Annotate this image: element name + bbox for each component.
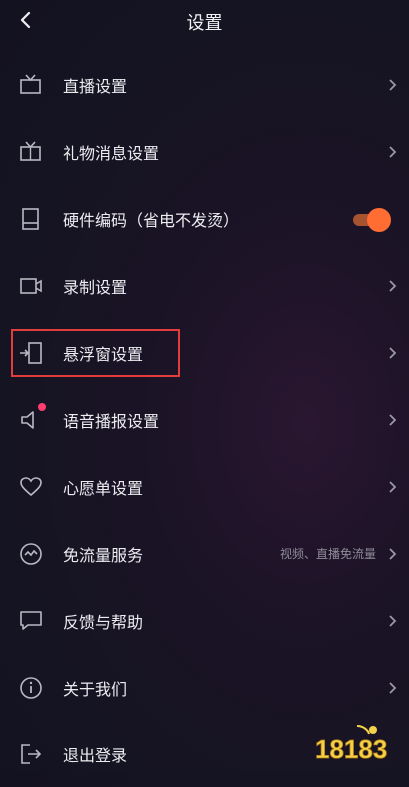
toggle-knob — [367, 208, 391, 232]
gift-tv-icon — [20, 141, 41, 161]
settings-item-label: 关于我们 — [63, 680, 128, 699]
chevron-right-icon — [389, 280, 397, 292]
hardware-icon — [22, 208, 39, 230]
chevron-right-icon — [389, 615, 397, 627]
tv-icon — [20, 74, 41, 94]
settings-item-label: 录制设置 — [63, 278, 128, 297]
chat-icon — [20, 611, 42, 630]
heart-icon — [20, 477, 42, 497]
settings-item-live[interactable]: 直播设置 — [0, 52, 409, 118]
settings-item-label: 免流量服务 — [63, 546, 144, 565]
settings-item-voice-broadcast[interactable]: 语音播报设置 — [0, 387, 409, 453]
camera-icon — [20, 278, 42, 294]
settings-item-label: 反馈与帮助 — [63, 613, 144, 632]
settings-item-label: 退出登录 — [63, 746, 128, 765]
chevron-right-icon — [389, 79, 397, 91]
chevron-right-icon — [389, 146, 397, 158]
wave-icon — [20, 543, 42, 565]
settings-item-label: 语音播报设置 — [63, 412, 160, 431]
settings-item-label: 礼物消息设置 — [63, 144, 160, 163]
chevron-right-icon — [389, 481, 397, 493]
logout-icon — [21, 744, 42, 764]
site-watermark-logo: 18183 — [315, 725, 388, 764]
settings-item-label: 心愿单设置 — [63, 479, 144, 498]
settings-item-hardware-encoding: 硬件编码（省电不发烫） — [0, 186, 409, 252]
chevron-right-icon — [389, 682, 397, 694]
chevron-right-icon — [389, 548, 397, 560]
settings-item-wishlist[interactable]: 心愿单设置 — [0, 454, 409, 520]
chevron-right-icon — [389, 347, 397, 359]
page-title: 设置 — [186, 13, 223, 34]
settings-item-label: 直播设置 — [63, 77, 128, 96]
settings-item-gift-messages[interactable]: 礼物消息设置 — [0, 119, 409, 185]
hardware-encoding-toggle[interactable] — [353, 208, 391, 232]
settings-item-free-data[interactable]: 免流量服务 视频、直播免流量 — [0, 521, 409, 587]
settings-item-recording[interactable]: 录制设置 — [0, 253, 409, 319]
notification-dot — [38, 403, 46, 411]
settings-item-subtitle: 视频、直播免流量 — [279, 547, 376, 561]
settings-item-feedback[interactable]: 反馈与帮助 — [0, 588, 409, 654]
settings-item-about[interactable]: 关于我们 — [0, 655, 409, 721]
chevron-right-icon — [389, 414, 397, 426]
info-icon — [20, 677, 42, 699]
watermark-text: 18183 — [315, 734, 387, 764]
header: 设置 — [0, 0, 409, 44]
settings-item-label: 硬件编码（省电不发烫） — [63, 211, 240, 230]
highlight-box — [11, 329, 180, 377]
